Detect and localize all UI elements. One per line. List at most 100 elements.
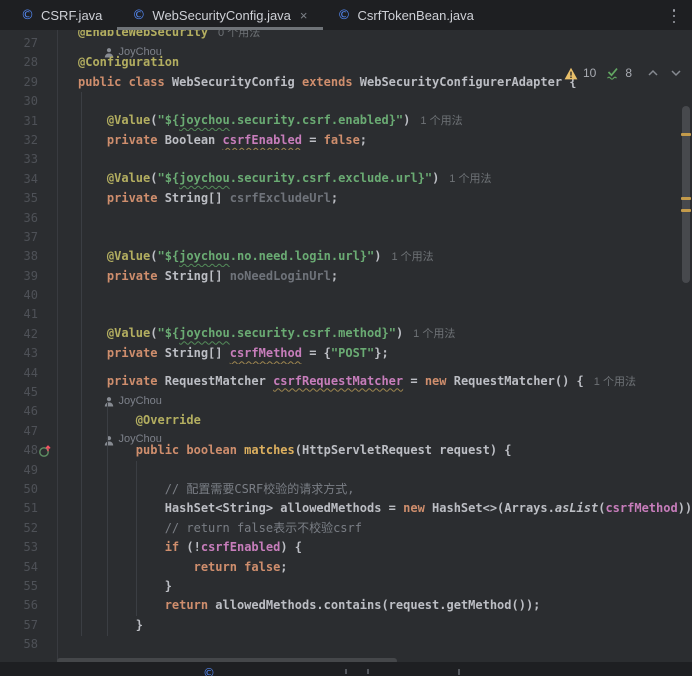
code-segment: csrfEnabled: [223, 133, 302, 147]
breadcrumb-text-fragment: [345, 669, 347, 674]
line-number[interactable]: 51: [0, 499, 57, 518]
overrides-method-icon[interactable]: [38, 444, 52, 458]
code-segment: [78, 598, 165, 612]
code-segment: joychou: [179, 249, 230, 263]
line-number[interactable]: 36: [0, 209, 57, 228]
code-text[interactable]: @Value("${joychou.no.need.login.url}")1 …: [57, 247, 692, 267]
code-text[interactable]: }: [57, 577, 692, 596]
code-line: 51 HashSet<String> allowedMethods = new …: [0, 499, 692, 518]
code-text[interactable]: private String[] csrfExcludeUrl;: [57, 189, 692, 208]
breadcrumb-bar-clipped: ©: [0, 662, 692, 676]
line-number[interactable]: 52: [0, 519, 57, 538]
usages-inlay-hint[interactable]: 1 个用法: [392, 251, 434, 263]
code-text[interactable]: // return false表示不校验csrf: [57, 519, 692, 538]
inspections-widget[interactable]: 10 8: [564, 66, 682, 80]
code-segment: Boolean: [165, 133, 223, 147]
breadcrumb-class-icon[interactable]: ©: [203, 667, 215, 676]
code-text[interactable]: @Value("${joychou.security.csrf.enabled}…: [57, 111, 692, 131]
code-segment: (: [150, 249, 157, 263]
line-number[interactable]: 53: [0, 538, 57, 557]
line-number[interactable]: 32: [0, 131, 57, 150]
tab-close-icon[interactable]: ×: [300, 9, 308, 22]
tab-options-kebab-icon[interactable]: [668, 9, 680, 23]
line-number[interactable]: 44: [0, 364, 57, 383]
code-text[interactable]: @Value("${joychou.security.csrf.method}"…: [57, 324, 692, 344]
code-segment: ): [374, 249, 381, 263]
line-number[interactable]: 30: [0, 92, 57, 111]
typo-count: 8: [625, 66, 632, 80]
code-segment: extends: [302, 75, 360, 89]
usages-inlay-hint[interactable]: 1 个用法: [594, 376, 636, 388]
line-number[interactable]: 41: [0, 305, 57, 324]
tab-label: CsrfTokenBean.java: [358, 8, 474, 23]
breadcrumb-text-fragment: [458, 669, 460, 675]
line-number[interactable]: 58: [0, 635, 57, 654]
line-number[interactable]: 57: [0, 616, 57, 635]
usages-inlay-hint[interactable]: 1 个用法: [420, 115, 462, 127]
code-text[interactable]: private Boolean csrfEnabled = false;: [57, 131, 692, 150]
indent-guide: [107, 403, 108, 636]
code-text[interactable]: return allowedMethods.contains(request.g…: [57, 596, 692, 615]
code-text[interactable]: if (!csrfEnabled) {: [57, 538, 692, 557]
previous-problem-chevron-up-icon[interactable]: [647, 69, 659, 77]
code-line: 43 private String[] csrfMethod = {"POST"…: [0, 344, 692, 363]
code-text[interactable]: return false;: [57, 558, 692, 577]
line-number[interactable]: 40: [0, 286, 57, 305]
code-segment: @Value: [107, 249, 150, 263]
line-number[interactable]: 35: [0, 189, 57, 208]
warning-stripe-mark[interactable]: [681, 133, 691, 136]
next-problem-chevron-down-icon[interactable]: [670, 69, 682, 77]
line-number[interactable]: 39: [0, 267, 57, 286]
line-number[interactable]: 50: [0, 480, 57, 499]
code-text[interactable]: HashSet<String> allowedMethods = new Has…: [57, 499, 692, 518]
editor-tab[interactable]: © CsrfTokenBean.java: [323, 0, 489, 30]
line-number[interactable]: 31: [0, 112, 57, 131]
line-number[interactable]: 54: [0, 558, 57, 577]
line-number[interactable]: 33: [0, 150, 57, 169]
code-segment: HashSet<String> allowedMethods =: [165, 501, 403, 515]
code-segment: matches: [244, 443, 295, 457]
line-number[interactable]: 29: [0, 73, 57, 92]
code-text[interactable]: @Value("${joychou.security.csrf.exclude.…: [57, 169, 692, 189]
code-segment: new: [403, 501, 432, 515]
code-segment: [78, 346, 107, 360]
code-segment: ;: [280, 560, 287, 574]
usages-inlay-hint[interactable]: 1 个用法: [449, 173, 491, 185]
code-line: 32 private Boolean csrfEnabled = false;: [0, 131, 692, 150]
code-text[interactable]: private String[] noNeedLoginUrl;: [57, 267, 692, 286]
line-number[interactable]: 46: [0, 402, 57, 421]
line-number[interactable]: 56: [0, 596, 57, 615]
code-rows: 27 @EnableWebSecurity0 个用法 JoyChou 28 @C…: [0, 34, 692, 655]
warning-stripe-mark[interactable]: [681, 209, 691, 212]
code-line: 40: [0, 286, 692, 305]
editor-tab[interactable]: © WebSecurityConfig.java ×: [117, 0, 322, 30]
code-segment: // 配置需要CSRF校验的请求方式,: [165, 482, 355, 496]
editor-tab[interactable]: © CSRF.java: [6, 0, 117, 30]
line-number[interactable]: 47: [0, 422, 57, 441]
line-number[interactable]: 55: [0, 577, 57, 596]
code-text[interactable]: private String[] csrfMethod = {"POST"};: [57, 344, 692, 363]
code-segment: @EnableWebSecurity: [78, 30, 208, 39]
line-number[interactable]: 42: [0, 325, 57, 344]
line-number[interactable]: 45: [0, 383, 57, 402]
warning-stripe-mark[interactable]: [681, 197, 691, 200]
code-text[interactable]: public boolean matches(HttpServletReques…: [57, 441, 692, 460]
code-segment: "${: [158, 171, 180, 185]
line-number[interactable]: 34: [0, 170, 57, 189]
code-segment: [78, 540, 165, 554]
code-text[interactable]: // 配置需要CSRF校验的请求方式,: [57, 480, 692, 499]
code-text[interactable]: }: [57, 616, 692, 635]
line-number[interactable]: 37: [0, 228, 57, 247]
code-segment: private: [107, 133, 165, 147]
line-number[interactable]: 28: [0, 53, 57, 72]
usages-inlay-hint[interactable]: 1 个用法: [413, 328, 455, 340]
line-number[interactable]: 27: [0, 34, 57, 53]
code-line: 41: [0, 305, 692, 324]
code-segment: csrfRequestMatcher: [273, 374, 403, 388]
code-editor[interactable]: 27 @EnableWebSecurity0 个用法 JoyChou 28 @C…: [0, 30, 692, 676]
code-segment: .security.csrf.method}": [230, 326, 396, 340]
line-number[interactable]: 49: [0, 461, 57, 480]
line-number[interactable]: 43: [0, 344, 57, 363]
line-number[interactable]: 38: [0, 247, 57, 266]
usages-inlay-hint[interactable]: 0 个用法: [218, 30, 260, 39]
